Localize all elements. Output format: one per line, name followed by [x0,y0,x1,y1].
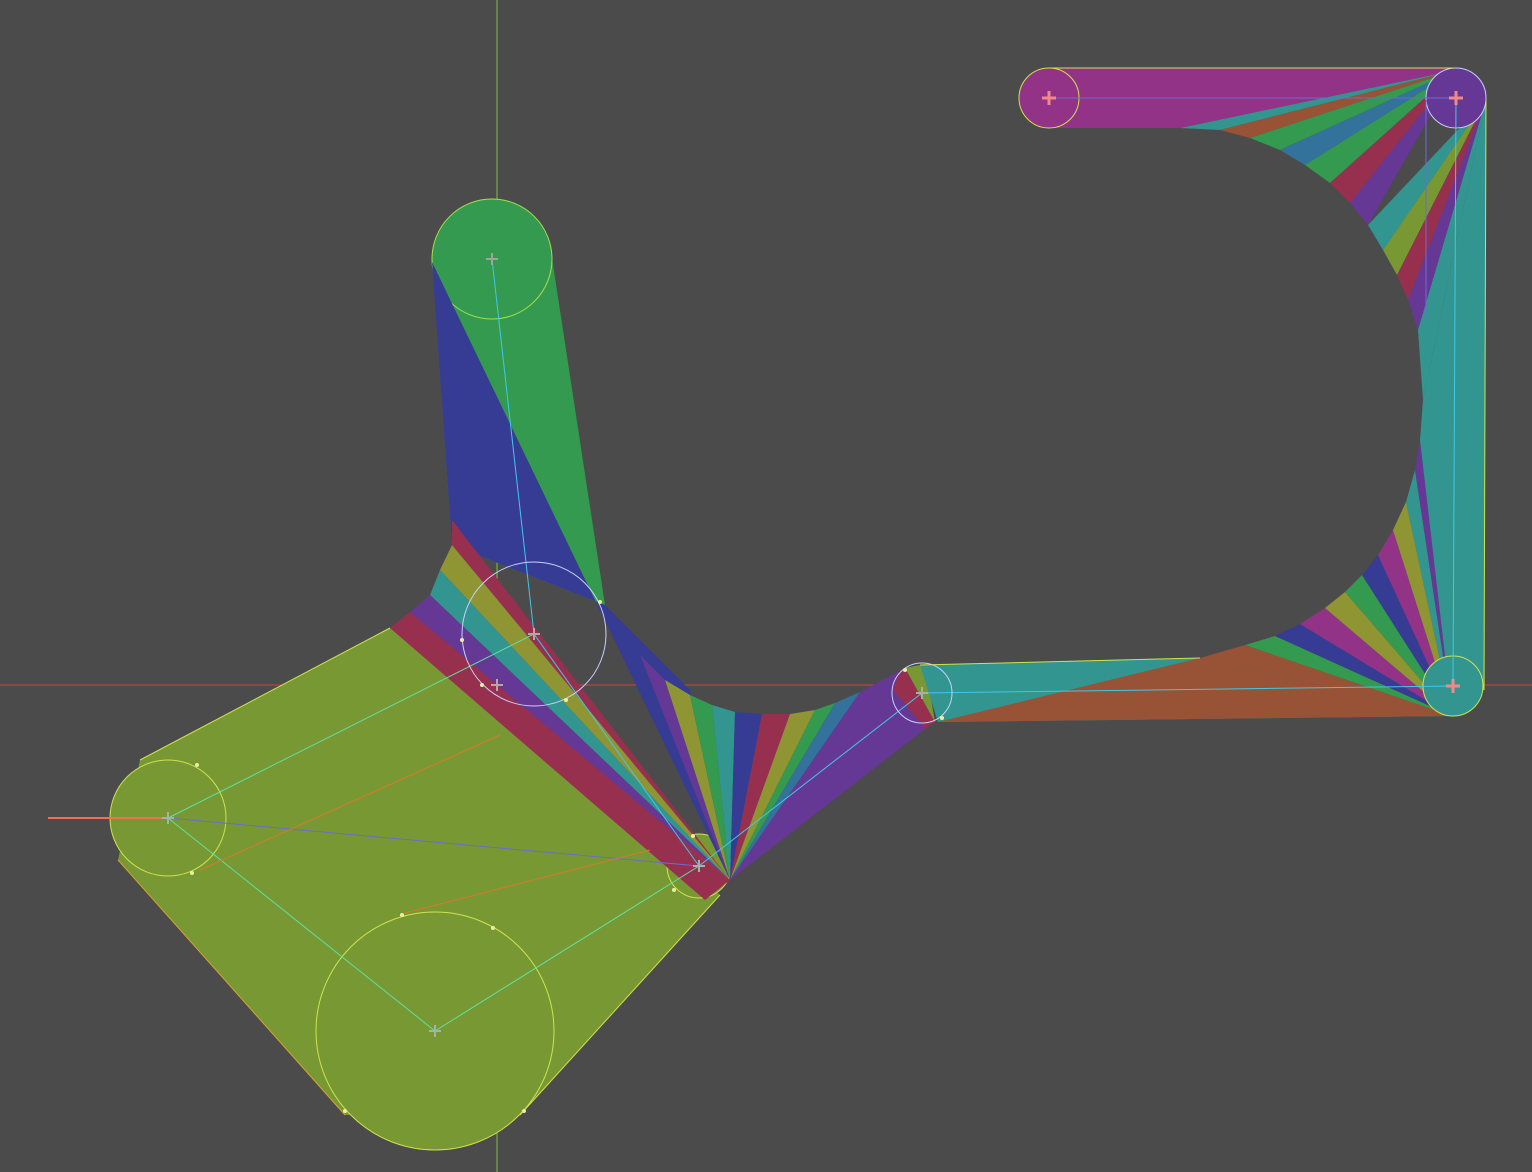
canvas-viewport[interactable] [0,0,1532,1172]
shape-base-green[interactable] [109,628,732,1151]
polygon-canvas[interactable] [0,0,1532,1172]
